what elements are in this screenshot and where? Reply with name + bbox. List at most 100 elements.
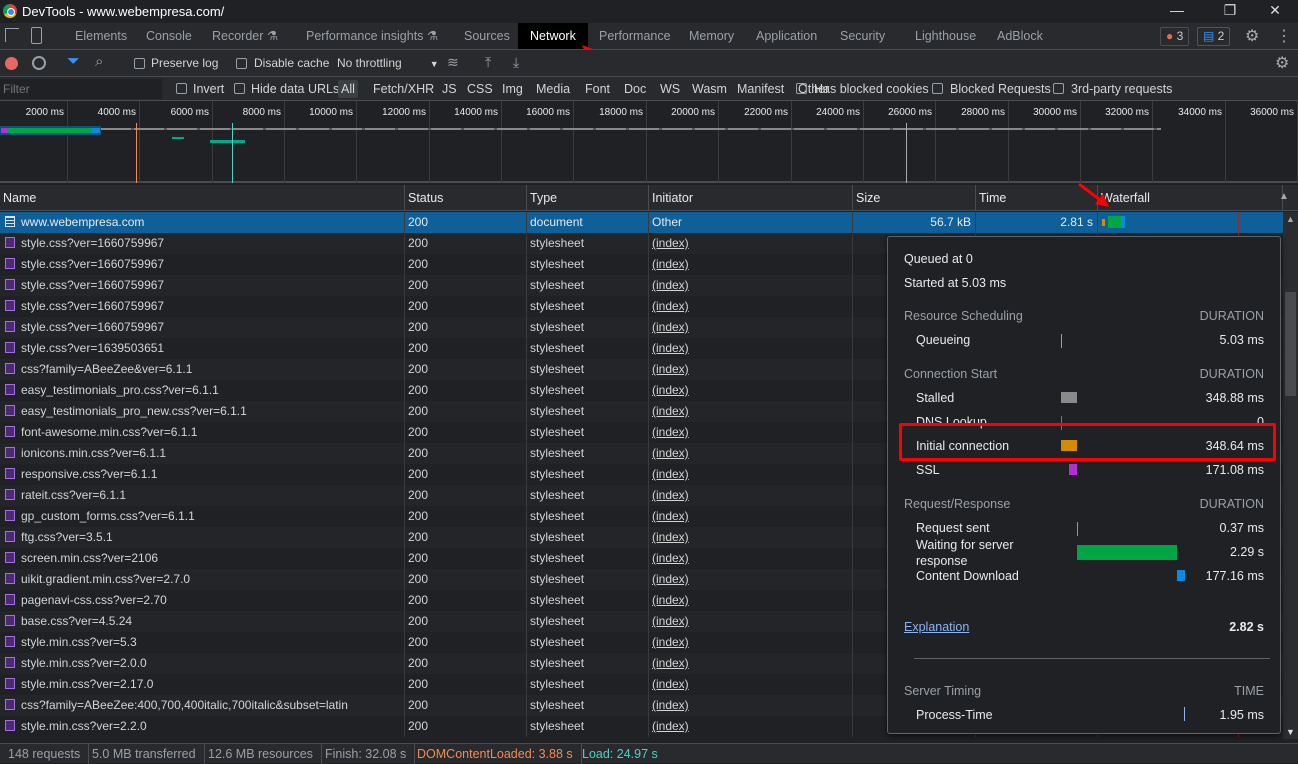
tab-memory[interactable]: Memory [677, 23, 746, 49]
cell-initiator[interactable]: (index) [649, 401, 853, 422]
network-conditions-icon[interactable]: ≋ [447, 54, 459, 71]
column-header-type[interactable]: Type [527, 185, 649, 211]
has-blocked-cookies-checkbox[interactable] [796, 83, 807, 94]
preserve-log-checkbox[interactable] [134, 58, 145, 69]
cell-initiator[interactable]: (index) [649, 338, 853, 359]
stylesheet-icon [5, 678, 15, 689]
column-header-size[interactable]: Size [853, 185, 976, 211]
type-filter-font[interactable]: Font [582, 80, 613, 98]
cell-initiator[interactable]: (index) [649, 359, 853, 380]
column-header-name[interactable]: Name [0, 185, 405, 211]
more-options-icon[interactable]: ⋮ [1276, 26, 1292, 46]
table-row[interactable]: www.webempresa.com 200 document Other 56.7 k… [0, 212, 1283, 233]
initiator-text: (index) [652, 341, 689, 355]
device-toolbar-icon[interactable] [31, 27, 42, 44]
cell-initiator[interactable]: (index) [649, 275, 853, 296]
window-titlebar: DevTools - www.webempresa.com/ — ❐ ✕ [0, 0, 1298, 23]
cell-initiator[interactable]: (index) [649, 695, 853, 716]
tab-lighthouse[interactable]: Lighthouse [903, 23, 988, 49]
network-overview[interactable]: 2000 ms 4000 ms 6000 ms 8000 ms 10000 ms 1200… [0, 101, 1298, 183]
cell-initiator[interactable]: (index) [649, 485, 853, 506]
filter-icon[interactable]: ⏷ [67, 53, 80, 71]
cell-initiator[interactable]: (index) [649, 590, 853, 611]
cell-initiator[interactable]: (index) [649, 548, 853, 569]
explanation-link[interactable]: Explanation [904, 620, 969, 634]
cell-initiator[interactable]: (index) [649, 611, 853, 632]
timing-value: 348.88 ms [1205, 391, 1264, 405]
type-filter-all[interactable]: All [338, 80, 358, 98]
type-filter-js[interactable]: JS [439, 80, 460, 98]
type-filter-img[interactable]: Img [499, 80, 526, 98]
cell-initiator[interactable]: (index) [649, 422, 853, 443]
cell-initiator[interactable]: (index) [649, 443, 853, 464]
scroll-up-icon[interactable]: ▲ [1286, 214, 1295, 224]
import-har-icon[interactable]: ⤒ [485, 54, 491, 71]
tab-elements[interactable]: Elements [63, 23, 139, 49]
cell-initiator[interactable]: (index) [649, 254, 853, 275]
cell-initiator[interactable]: (index) [649, 380, 853, 401]
tab-application[interactable]: Application [744, 23, 829, 49]
settings-gear-icon[interactable]: ⚙ [1245, 26, 1259, 46]
blocked-requests-checkbox[interactable] [932, 83, 943, 94]
column-header-waterfall[interactable]: Waterfall [1098, 185, 1283, 211]
stylesheet-icon [5, 531, 15, 542]
tab-console[interactable]: Console [134, 23, 204, 49]
minimize-button[interactable]: — [1167, 2, 1187, 20]
tab-security[interactable]: Security [828, 23, 897, 49]
search-icon[interactable]: ⌕ [95, 53, 103, 70]
scroll-down-icon[interactable]: ▼ [1286, 727, 1295, 737]
cell-initiator[interactable]: (index) [649, 716, 853, 737]
filter-input[interactable] [0, 79, 162, 99]
tab-adblock[interactable]: AdBlock [985, 23, 1055, 49]
type-filter-fetch-xhr[interactable]: Fetch/XHR [370, 80, 437, 98]
overview-tick-label: 6000 ms [170, 107, 209, 118]
cell-initiator[interactable]: (index) [649, 506, 853, 527]
cell-type: stylesheet [527, 653, 649, 674]
network-settings-gear-icon[interactable]: ⚙ [1275, 53, 1289, 73]
cell-initiator[interactable]: (index) [649, 233, 853, 254]
cell-initiator[interactable]: (index) [649, 317, 853, 338]
messages-badge[interactable]: ▤ 2 [1197, 27, 1231, 46]
cell-initiator[interactable]: (index) [649, 674, 853, 695]
scrollbar-thumb[interactable] [1285, 292, 1296, 396]
cell-initiator[interactable]: (index) [649, 296, 853, 317]
cell-initiator[interactable]: (index) [649, 569, 853, 590]
restore-button[interactable]: ❐ [1220, 2, 1240, 20]
close-button[interactable]: ✕ [1265, 2, 1285, 20]
section-duration-header: DURATION [1199, 367, 1264, 381]
initiator-text: (index) [652, 614, 689, 628]
type-filter-wasm[interactable]: Wasm [689, 80, 730, 98]
record-button[interactable] [5, 57, 18, 70]
type-filter-css[interactable]: CSS [464, 80, 496, 98]
errors-badge[interactable]: ● 3 [1160, 27, 1190, 46]
throttling-select[interactable]: No throttling ▼ [337, 56, 439, 70]
tab-network[interactable]: Network [518, 23, 588, 49]
tab-sources[interactable]: Sources [452, 23, 522, 49]
overview-tick-label: 18000 ms [599, 107, 643, 118]
type-filter-ws[interactable]: WS [657, 80, 683, 98]
type-filter-manifest[interactable]: Manifest [734, 80, 787, 98]
clear-icon[interactable] [32, 56, 46, 70]
tab-performance[interactable]: Performance insights ⚗ [294, 23, 450, 49]
cell-initiator[interactable]: (index) [649, 464, 853, 485]
column-header-initiator[interactable]: Initiator [649, 185, 853, 211]
sort-ascending-icon[interactable]: ▲ [1279, 191, 1289, 202]
inspect-element-icon[interactable] [5, 28, 19, 42]
export-har-icon[interactable]: ⤓ [513, 54, 519, 71]
invert-checkbox[interactable] [176, 83, 187, 94]
table-scrollbar[interactable]: ▲ ▼ [1283, 212, 1298, 739]
type-filter-doc[interactable]: Doc [621, 80, 649, 98]
type-text: stylesheet [530, 278, 585, 292]
cell-type: stylesheet [527, 632, 649, 653]
disable-cache-checkbox[interactable] [236, 58, 247, 69]
window-title: DevTools - www.webempresa.com/ [22, 4, 225, 19]
cell-initiator[interactable]: (index) [649, 527, 853, 548]
third-party-checkbox[interactable] [1053, 83, 1064, 94]
type-filter-media[interactable]: Media [533, 80, 573, 98]
load-time: Load: 24.97 s [582, 747, 658, 761]
hide-data-urls-checkbox[interactable] [234, 83, 245, 94]
cell-initiator[interactable]: (index) [649, 632, 853, 653]
cell-initiator[interactable]: (index) [649, 653, 853, 674]
tab-recorder[interactable]: Recorder ⚗ [200, 23, 290, 49]
column-header-status[interactable]: Status [405, 185, 527, 211]
